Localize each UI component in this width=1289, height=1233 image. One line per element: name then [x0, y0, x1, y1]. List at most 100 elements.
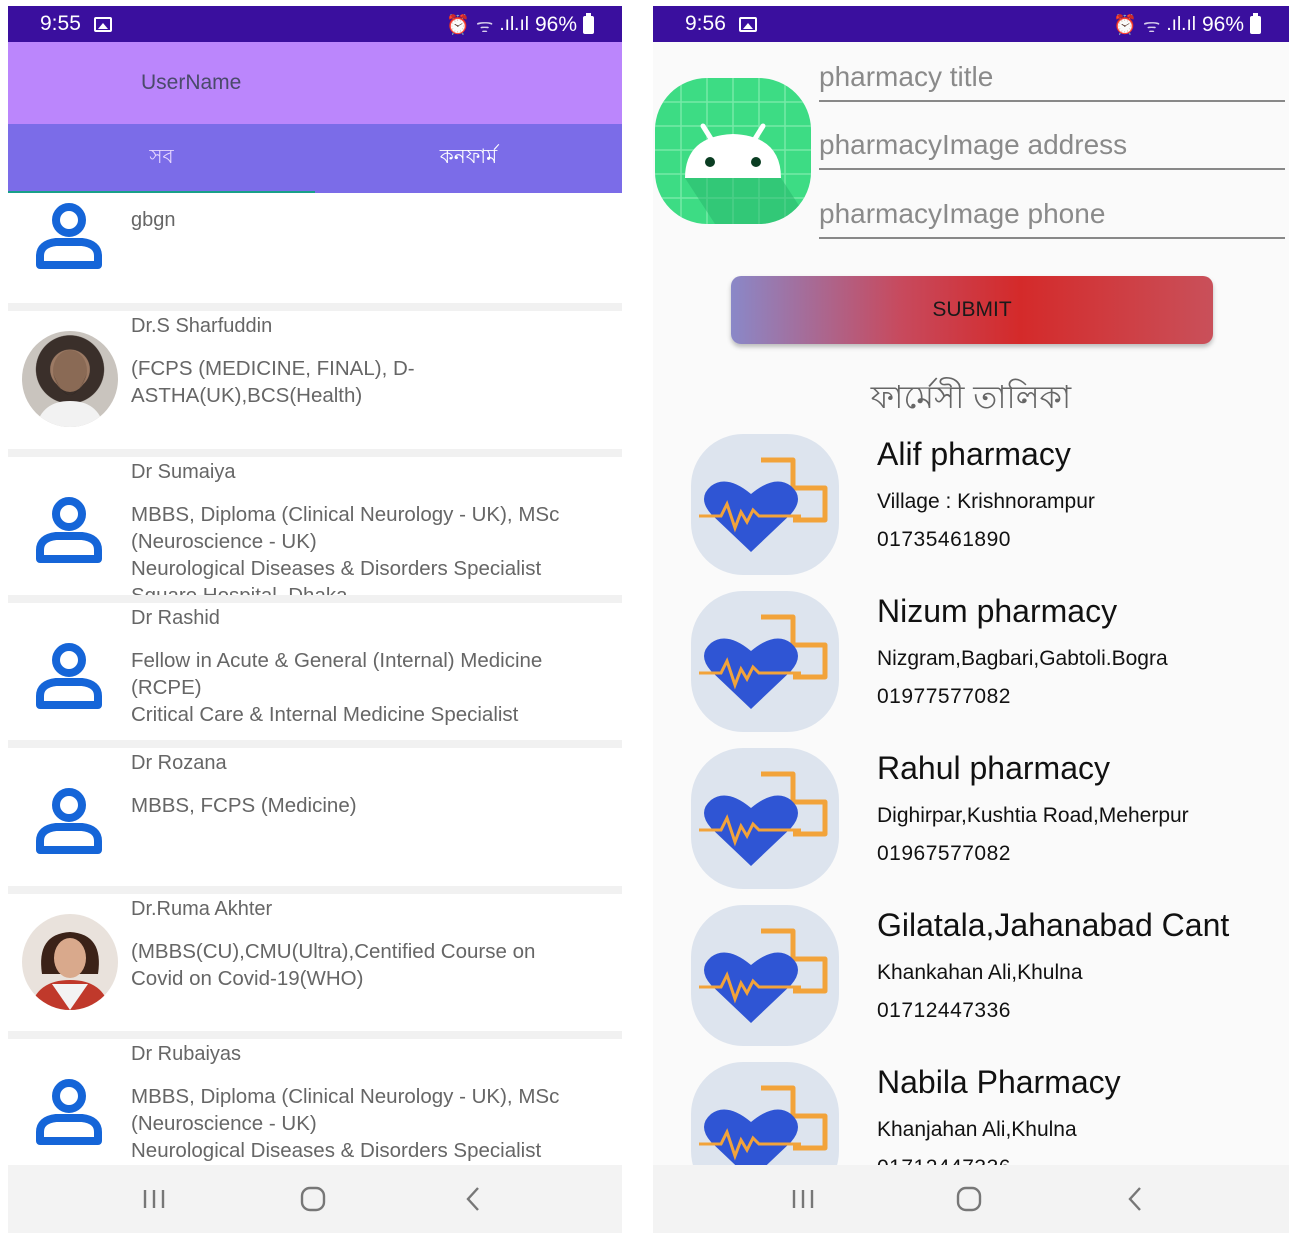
pharmacy-address: Village : Krishnorampur — [877, 490, 1095, 513]
tab-bar: সব কনফার্ম — [8, 124, 622, 194]
pharmacy-phone: 01735461890 — [877, 528, 1011, 551]
heart-cross-icon — [691, 434, 839, 575]
person-icon — [36, 203, 102, 269]
doctor-name: Dr Rozana — [131, 752, 227, 774]
pharmacy-card[interactable]: Nabila Pharmacy Khanjahan Ali,Khulna 017… — [653, 1060, 1289, 1165]
status-time: 9:55 — [40, 12, 81, 35]
list-item[interactable]: Dr Rozana MBBS, FCPS (Medicine) — [8, 748, 622, 894]
pharmacy-address: Dighirpar,Kushtia Road,Meherpur — [877, 804, 1189, 827]
list-item[interactable]: Dr Rubaiyas MBBS, Diploma (Clinical Neur… — [8, 1039, 622, 1165]
pharmacy-name: Gilatala,Jahanabad Cant — [877, 907, 1230, 943]
tab-all[interactable]: সব — [8, 124, 315, 194]
wifi-icon: ᯤ — [476, 16, 494, 37]
person-icon — [36, 788, 102, 854]
image-icon — [94, 17, 112, 32]
home-button[interactable] — [929, 1165, 1009, 1233]
signal-icon: .ıl.ıl — [1166, 14, 1196, 35]
pharmacy-phone: 01712447336 — [877, 1156, 1011, 1165]
android-logo-icon[interactable] — [655, 78, 811, 224]
avatar — [22, 331, 118, 427]
status-bar: 9:56 ⏰ ᯤ .ıl.ıl 96% — [653, 6, 1289, 42]
recents-icon — [143, 1190, 165, 1208]
avatar — [22, 914, 118, 1010]
pharmacy-phone-field[interactable] — [819, 191, 1285, 239]
recents-button[interactable] — [763, 1165, 843, 1233]
back-icon — [466, 1187, 479, 1211]
pharmacy-phone: 01977577082 — [877, 685, 1011, 708]
doctor-name: Dr Rubaiyas — [131, 1043, 242, 1065]
list-item[interactable]: Dr.S Sharfuddin (FCPS (MEDICINE, FINAL),… — [8, 311, 622, 457]
pharmacy-title-input[interactable] — [819, 54, 1285, 100]
wifi-icon: ᯤ — [1143, 16, 1161, 37]
pharmacy-name: Nizum pharmacy — [877, 593, 1118, 629]
doctor-name: gbgn — [131, 209, 176, 231]
app-title: UserName — [141, 71, 242, 94]
image-icon — [739, 17, 757, 32]
doctor-degrees: (FCPS (MEDICINE, FINAL), D-ASTHA(UK),BCS… — [131, 357, 415, 407]
tab-confirm[interactable]: কনফার্ম — [315, 124, 622, 193]
back-icon — [1128, 1187, 1141, 1211]
signal-icon: .ıl.ıl — [499, 14, 529, 35]
list-item[interactable]: gbgn — [8, 193, 622, 311]
recents-icon — [792, 1190, 814, 1208]
system-nav-bar — [8, 1165, 622, 1233]
recents-button[interactable] — [114, 1165, 194, 1233]
doctor-degrees: (MBBS(CU),CMU(Ultra),Centified Course on… — [131, 940, 536, 990]
back-button[interactable] — [1095, 1165, 1175, 1233]
pharmacy-card[interactable]: Gilatala,Jahanabad Cant Khankahan Ali,Kh… — [653, 903, 1289, 1058]
doctor-name: Dr Rashid — [131, 607, 220, 629]
doctor-degrees: MBBS, FCPS (Medicine) — [131, 794, 357, 817]
pharmacy-address: Khankahan Ali,Khulna — [877, 961, 1083, 984]
doctor-name: Dr.Ruma Akhter — [131, 898, 273, 920]
heart-cross-icon — [691, 591, 839, 732]
pharmacy-name: Rahul pharmacy — [877, 750, 1110, 786]
status-bar: 9:55 ⏰ ᯤ .ıl.ıl 96% — [8, 6, 622, 42]
alarm-icon: ⏰ — [446, 15, 471, 36]
battery-icon — [1250, 13, 1261, 34]
pharmacy-card[interactable]: Nizum pharmacy Nizgram,Bagbari,Gabtoli.B… — [653, 589, 1289, 744]
home-button[interactable] — [273, 1165, 353, 1233]
list-item[interactable]: Dr Sumaiya MBBS, Diploma (Clinical Neuro… — [8, 457, 622, 603]
pharmacy-image-field[interactable] — [819, 122, 1285, 170]
list-item[interactable]: Dr.Ruma Akhter (MBBS(CU),CMU(Ultra),Cent… — [8, 894, 622, 1039]
submit-button[interactable]: SUBMIT — [731, 276, 1213, 344]
heart-cross-icon — [691, 905, 839, 1046]
alarm-icon: ⏰ — [1113, 15, 1138, 36]
pharmacy-card[interactable]: Alif pharmacy Village : Krishnorampur 01… — [653, 432, 1289, 587]
pharmacy-title-field[interactable] — [819, 54, 1285, 102]
pharmacy-phone-input[interactable] — [819, 191, 1285, 237]
back-button[interactable] — [433, 1165, 513, 1233]
pharmacy-name: Alif pharmacy — [877, 436, 1071, 472]
status-time: 9:56 — [685, 12, 726, 35]
list-item[interactable]: Dr Rashid Fellow in Acute & General (Int… — [8, 603, 622, 748]
pharmacy-address: Khanjahan Ali,Khulna — [877, 1118, 1077, 1141]
pharmacy-image-input[interactable] — [819, 122, 1285, 168]
home-icon — [300, 1186, 326, 1212]
heart-cross-icon — [691, 748, 839, 889]
doctor-name: Dr.S Sharfuddin — [131, 315, 273, 337]
system-nav-bar — [653, 1165, 1289, 1233]
battery-percent: 96% — [534, 13, 577, 36]
pharmacy-address: Nizgram,Bagbari,Gabtoli.Bogra — [877, 647, 1168, 670]
battery-percent: 96% — [1201, 13, 1244, 36]
person-icon — [36, 1079, 102, 1145]
pharmacy-phone: 01712447336 — [877, 999, 1011, 1022]
pharmacy-list-title: ফার্মেসী তালিকা — [870, 379, 1072, 415]
pharmacy-screen: 9:56 ⏰ ᯤ .ıl.ıl 96% pharmacy title pharm… — [653, 6, 1289, 1233]
person-icon — [36, 643, 102, 709]
doctor-list-screen: 9:55 ⏰ ᯤ .ıl.ıl 96% UserName সব কনফার্ম … — [8, 6, 622, 1233]
home-icon — [956, 1186, 982, 1212]
pharmacy-phone: 01967577082 — [877, 842, 1011, 865]
pharmacy-name: Nabila Pharmacy — [877, 1064, 1121, 1100]
doctor-degrees: Fellow in Acute & General (Internal) Med… — [131, 649, 543, 726]
doctor-degrees: MBBS, Diploma (Clinical Neurology - UK),… — [131, 503, 560, 603]
person-icon — [36, 497, 102, 563]
doctor-name: Dr Sumaiya — [131, 461, 236, 483]
battery-icon — [583, 13, 594, 34]
pharmacy-list[interactable]: Alif pharmacy Village : Krishnorampur 01… — [653, 426, 1289, 1165]
app-bar: UserName — [8, 42, 622, 124]
doctor-degrees: MBBS, Diploma (Clinical Neurology - UK),… — [131, 1085, 560, 1162]
doctor-list[interactable]: gbgn Dr.S Sharfuddin (FCPS (MEDICINE, FI… — [8, 193, 622, 1165]
heart-cross-icon — [691, 1062, 839, 1165]
pharmacy-card[interactable]: Rahul pharmacy Dighirpar,Kushtia Road,Me… — [653, 746, 1289, 901]
